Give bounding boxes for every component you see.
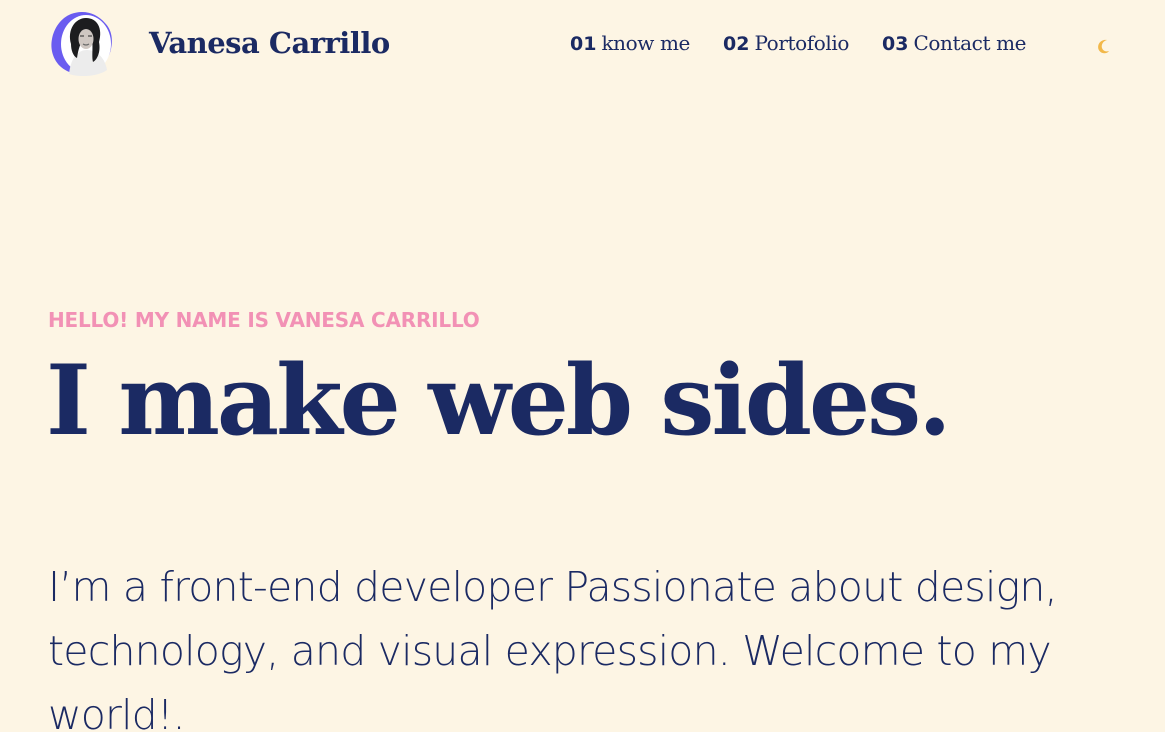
nav-link-portfolio[interactable]: 02 Portofolio: [723, 31, 849, 55]
avatar-image: [51, 12, 112, 77]
nav-label: Portofolio: [754, 31, 850, 55]
nav-label: Contact me: [913, 31, 1027, 55]
main-nav: 01 know me 02 Portofolio 03 Contact me: [570, 31, 1026, 55]
hero-headline: I make web sides.: [46, 344, 952, 457]
site-header: Vanesa Carrillo 01 know me 02 Portofolio…: [0, 0, 1165, 92]
hero-eyebrow: HELLO! MY NAME IS VANESA CARRILLO: [48, 308, 480, 332]
nav-label: know me: [601, 31, 690, 55]
nav-number: 01: [570, 33, 597, 55]
profile-avatar[interactable]: [49, 10, 115, 77]
brand-name[interactable]: Vanesa Carrillo: [149, 26, 390, 60]
nav-link-contact[interactable]: 03 Contact me: [882, 31, 1026, 55]
theme-toggle-button[interactable]: [1095, 37, 1113, 55]
hero-intro: I’m a front-end developer Passionate abo…: [48, 563, 1058, 732]
nav-number: 02: [722, 33, 750, 55]
moon-icon: [1098, 39, 1109, 54]
nav-number: 03: [882, 33, 909, 55]
nav-link-know-me[interactable]: 01 know me: [570, 31, 690, 55]
